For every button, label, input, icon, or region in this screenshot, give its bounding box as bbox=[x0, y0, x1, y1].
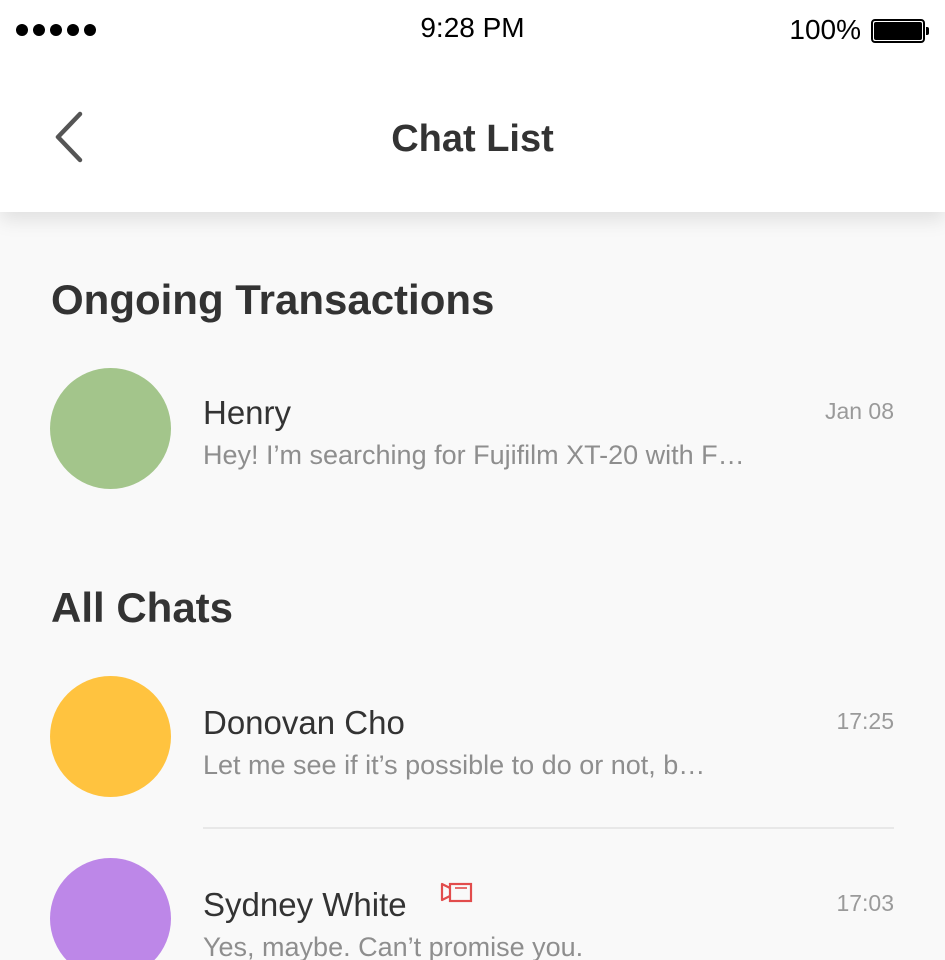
divider bbox=[203, 827, 894, 829]
battery-icon bbox=[871, 19, 929, 43]
section-title-ongoing: Ongoing Transactions bbox=[51, 276, 495, 323]
chat-name: Donovan Cho bbox=[203, 704, 405, 741]
page-title: Chat List bbox=[391, 118, 554, 160]
chat-item-sydney-white[interactable]: Sydney White Yes, maybe. Can’t promise y… bbox=[0, 850, 945, 960]
avatar bbox=[50, 676, 171, 797]
chat-preview: Let me see if it’s possible to do or not… bbox=[203, 750, 706, 780]
chat-preview: Yes, maybe. Can’t promise you. bbox=[203, 932, 584, 960]
avatar bbox=[50, 368, 171, 489]
chat-preview: Hey! I’m searching for Fujifilm XT-20 wi… bbox=[203, 440, 745, 470]
chat-item-donovan-cho[interactable]: Donovan Cho Let me see if it’s possible … bbox=[0, 668, 945, 808]
nav-bar: Chat List bbox=[0, 62, 945, 212]
chat-time: Jan 08 bbox=[824, 398, 894, 424]
video-camera-icon bbox=[440, 882, 473, 903]
chat-time: 17:25 bbox=[836, 708, 894, 734]
battery-percentage: 100% bbox=[789, 14, 861, 45]
chat-name: Sydney White bbox=[203, 886, 407, 923]
status-bar: 9:28 PM 100% bbox=[0, 0, 945, 62]
chat-time: 17:03 bbox=[836, 890, 894, 916]
section-title-all-chats: All Chats bbox=[51, 584, 234, 631]
chat-name: Henry bbox=[203, 394, 292, 431]
avatar bbox=[50, 858, 171, 960]
chat-item-henry[interactable]: Henry Hey! I’m searching for Fujifilm XT… bbox=[0, 360, 945, 500]
